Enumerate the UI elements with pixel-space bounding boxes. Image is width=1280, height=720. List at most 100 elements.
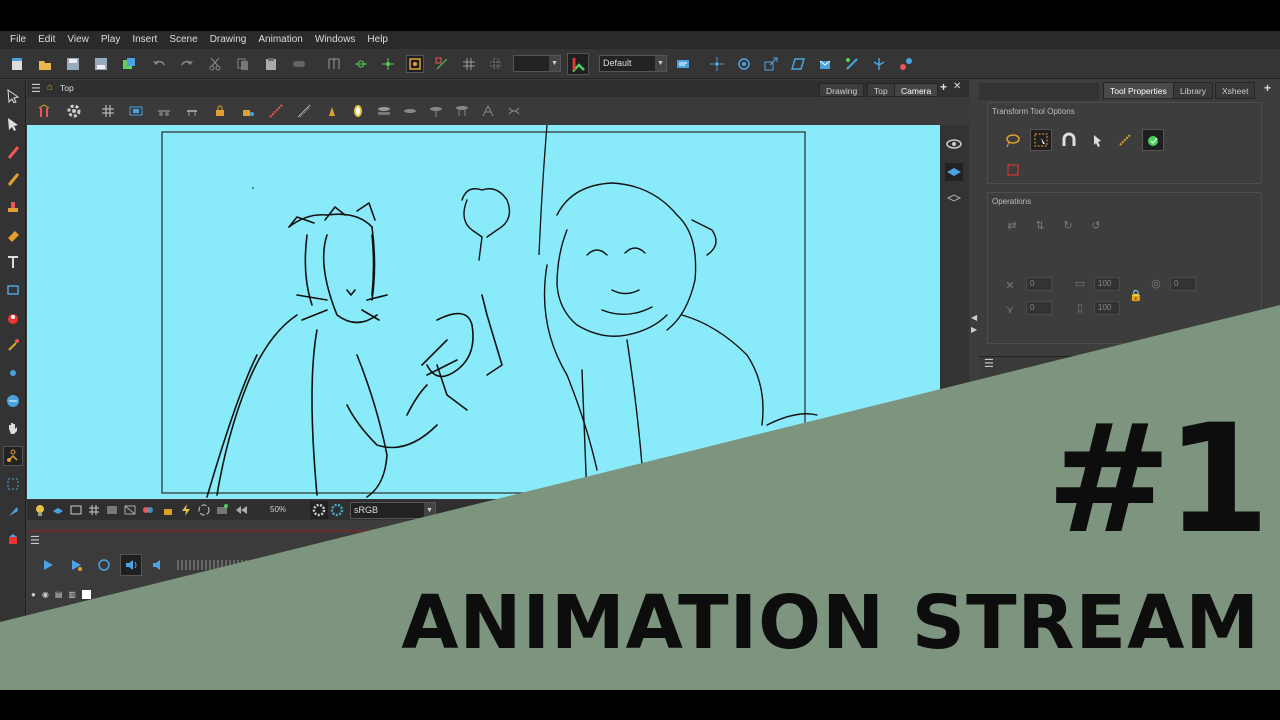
rotate-cw-icon[interactable]: ↻ — [1060, 217, 1076, 233]
stamp-tool-icon[interactable] — [3, 197, 23, 217]
rewind-icon[interactable] — [233, 501, 251, 519]
menu-windows[interactable]: Windows — [309, 31, 362, 49]
grid-toggle-icon[interactable] — [99, 102, 117, 120]
bounding-box-icon[interactable] — [406, 55, 424, 73]
select-by-color-icon[interactable] — [1088, 131, 1106, 149]
flip-action-icon[interactable] — [567, 53, 589, 75]
layer-stack-icon[interactable] — [375, 102, 393, 120]
scale-icon[interactable] — [762, 55, 780, 73]
bone-icon[interactable] — [843, 55, 861, 73]
collapse-up-icon[interactable]: ▲ — [1109, 346, 1116, 354]
hand-tool-icon[interactable] — [3, 418, 23, 438]
camera-mask-icon[interactable] — [121, 501, 139, 519]
nudge-icon[interactable] — [352, 55, 370, 73]
zoom-tool-icon[interactable] — [3, 363, 23, 383]
tab-drawing[interactable]: Drawing — [819, 83, 865, 97]
flip-icon[interactable] — [325, 55, 343, 73]
grid-outline-icon[interactable] — [487, 55, 505, 73]
menu-animation[interactable]: Animation — [252, 31, 308, 49]
zoom-level[interactable]: 50% — [270, 505, 286, 514]
ik-icon[interactable] — [870, 55, 888, 73]
palettes-label[interactable]: ▼ Palettes — [984, 387, 1023, 396]
layer-top-icon[interactable] — [427, 102, 445, 120]
cut-icon[interactable] — [206, 55, 224, 73]
tab-camera[interactable]: Camera — [894, 83, 939, 97]
color-wheel-alt-icon[interactable] — [328, 501, 346, 519]
menu-drawing[interactable]: Drawing — [204, 31, 253, 49]
settings-gear-icon[interactable] — [65, 102, 83, 120]
white-swatch[interactable] — [81, 589, 91, 599]
play-selection-icon[interactable] — [67, 556, 85, 574]
rotate-ccw-icon[interactable]: ↺ — [1088, 217, 1104, 233]
sync-icon[interactable] — [195, 501, 213, 519]
home-icon[interactable]: ⌂ — [47, 82, 53, 93]
select-tool-icon[interactable] — [3, 86, 23, 106]
tab-library[interactable]: Library — [1173, 82, 1213, 99]
lock-all-icon[interactable] — [239, 102, 257, 120]
grid-icon[interactable] — [460, 55, 478, 73]
deform-icon[interactable] — [505, 102, 523, 120]
node-view-tab[interactable]: Node View — [1111, 363, 1150, 372]
brush-select-icon[interactable] — [1116, 131, 1134, 149]
menu-file[interactable]: File — [4, 31, 32, 49]
color-toggle-icon[interactable]: ▥ — [68, 590, 76, 599]
ruler-icon[interactable] — [267, 102, 285, 120]
layer-props-icon[interactable] — [674, 55, 692, 73]
play-icon[interactable] — [39, 556, 57, 574]
menu-play[interactable]: Play — [95, 31, 126, 49]
tab-top[interactable]: Top — [867, 83, 895, 97]
layer-hang-icon[interactable] — [453, 102, 471, 120]
open-scene-icon[interactable] — [36, 55, 54, 73]
undo-icon[interactable] — [150, 55, 168, 73]
eraser-tool-icon[interactable] — [3, 225, 23, 245]
flash-icon[interactable] — [177, 501, 195, 519]
width-field[interactable]: 100 — [1094, 277, 1120, 291]
add-right-tab-icon[interactable]: + — [1264, 81, 1271, 95]
flip-horizontal-icon[interactable]: ⇄ — [1004, 217, 1020, 233]
link-lock-icon[interactable]: 🔒 — [1128, 287, 1144, 303]
close-panel-icon[interactable]: ✕ — [953, 81, 961, 92]
timeline-menu-icon[interactable]: ☰ — [30, 534, 40, 547]
breadcrumb[interactable]: Top — [60, 83, 74, 93]
import-icon[interactable] — [120, 55, 138, 73]
paste-icon[interactable] — [262, 55, 280, 73]
lasso-icon[interactable] — [1004, 131, 1022, 149]
angle-field[interactable]: 0 — [1170, 277, 1196, 291]
palette-combo[interactable]: Default ▼ — [599, 55, 667, 72]
menu-scene[interactable]: Scene — [163, 31, 203, 49]
layer-view-icon[interactable] — [945, 163, 963, 181]
pegs-icon[interactable] — [323, 102, 341, 120]
paint-bucket-icon[interactable] — [3, 529, 23, 549]
transform-tool-icon[interactable] — [3, 446, 23, 466]
lower-panel-menu-icon[interactable]: ☰ — [984, 357, 994, 370]
lock-status-icon[interactable] — [159, 501, 177, 519]
delete-icon[interactable] — [290, 55, 308, 73]
text-tool-icon[interactable] — [3, 252, 23, 272]
menu-view[interactable]: View — [61, 31, 95, 49]
target-icon[interactable] — [735, 55, 753, 73]
select-points-icon[interactable] — [3, 474, 23, 494]
new-scene-icon[interactable] — [8, 55, 26, 73]
height-field[interactable]: 100 — [1094, 301, 1120, 315]
onion-status-icon[interactable] — [49, 501, 67, 519]
layer-flat-icon[interactable] — [401, 102, 419, 120]
menu-insert[interactable]: Insert — [126, 31, 163, 49]
tab-tool-properties[interactable]: Tool Properties — [1103, 82, 1174, 99]
color-wheel-icon[interactable] — [310, 501, 328, 519]
onion-skin-icon[interactable] — [155, 102, 173, 120]
morph-icon[interactable] — [479, 102, 497, 120]
panel-menu-icon[interactable]: ☰ — [31, 82, 41, 95]
lock-toggle-icon[interactable]: ◉ — [42, 590, 49, 599]
constraint-icon[interactable] — [897, 55, 915, 73]
add-tab-icon[interactable]: + — [940, 80, 947, 94]
safe-area-icon[interactable] — [127, 102, 145, 120]
grid-display-icon[interactable] — [85, 501, 103, 519]
mirror-icon[interactable] — [349, 102, 367, 120]
rotation-icon[interactable] — [433, 55, 451, 73]
light-bulb-icon[interactable] — [31, 501, 49, 519]
menu-help[interactable]: Help — [361, 31, 394, 49]
drawing-canvas[interactable] — [27, 125, 940, 499]
preview-icon[interactable] — [103, 501, 121, 519]
skew-icon[interactable] — [789, 55, 807, 73]
dropper-tool-icon[interactable] — [3, 335, 23, 355]
